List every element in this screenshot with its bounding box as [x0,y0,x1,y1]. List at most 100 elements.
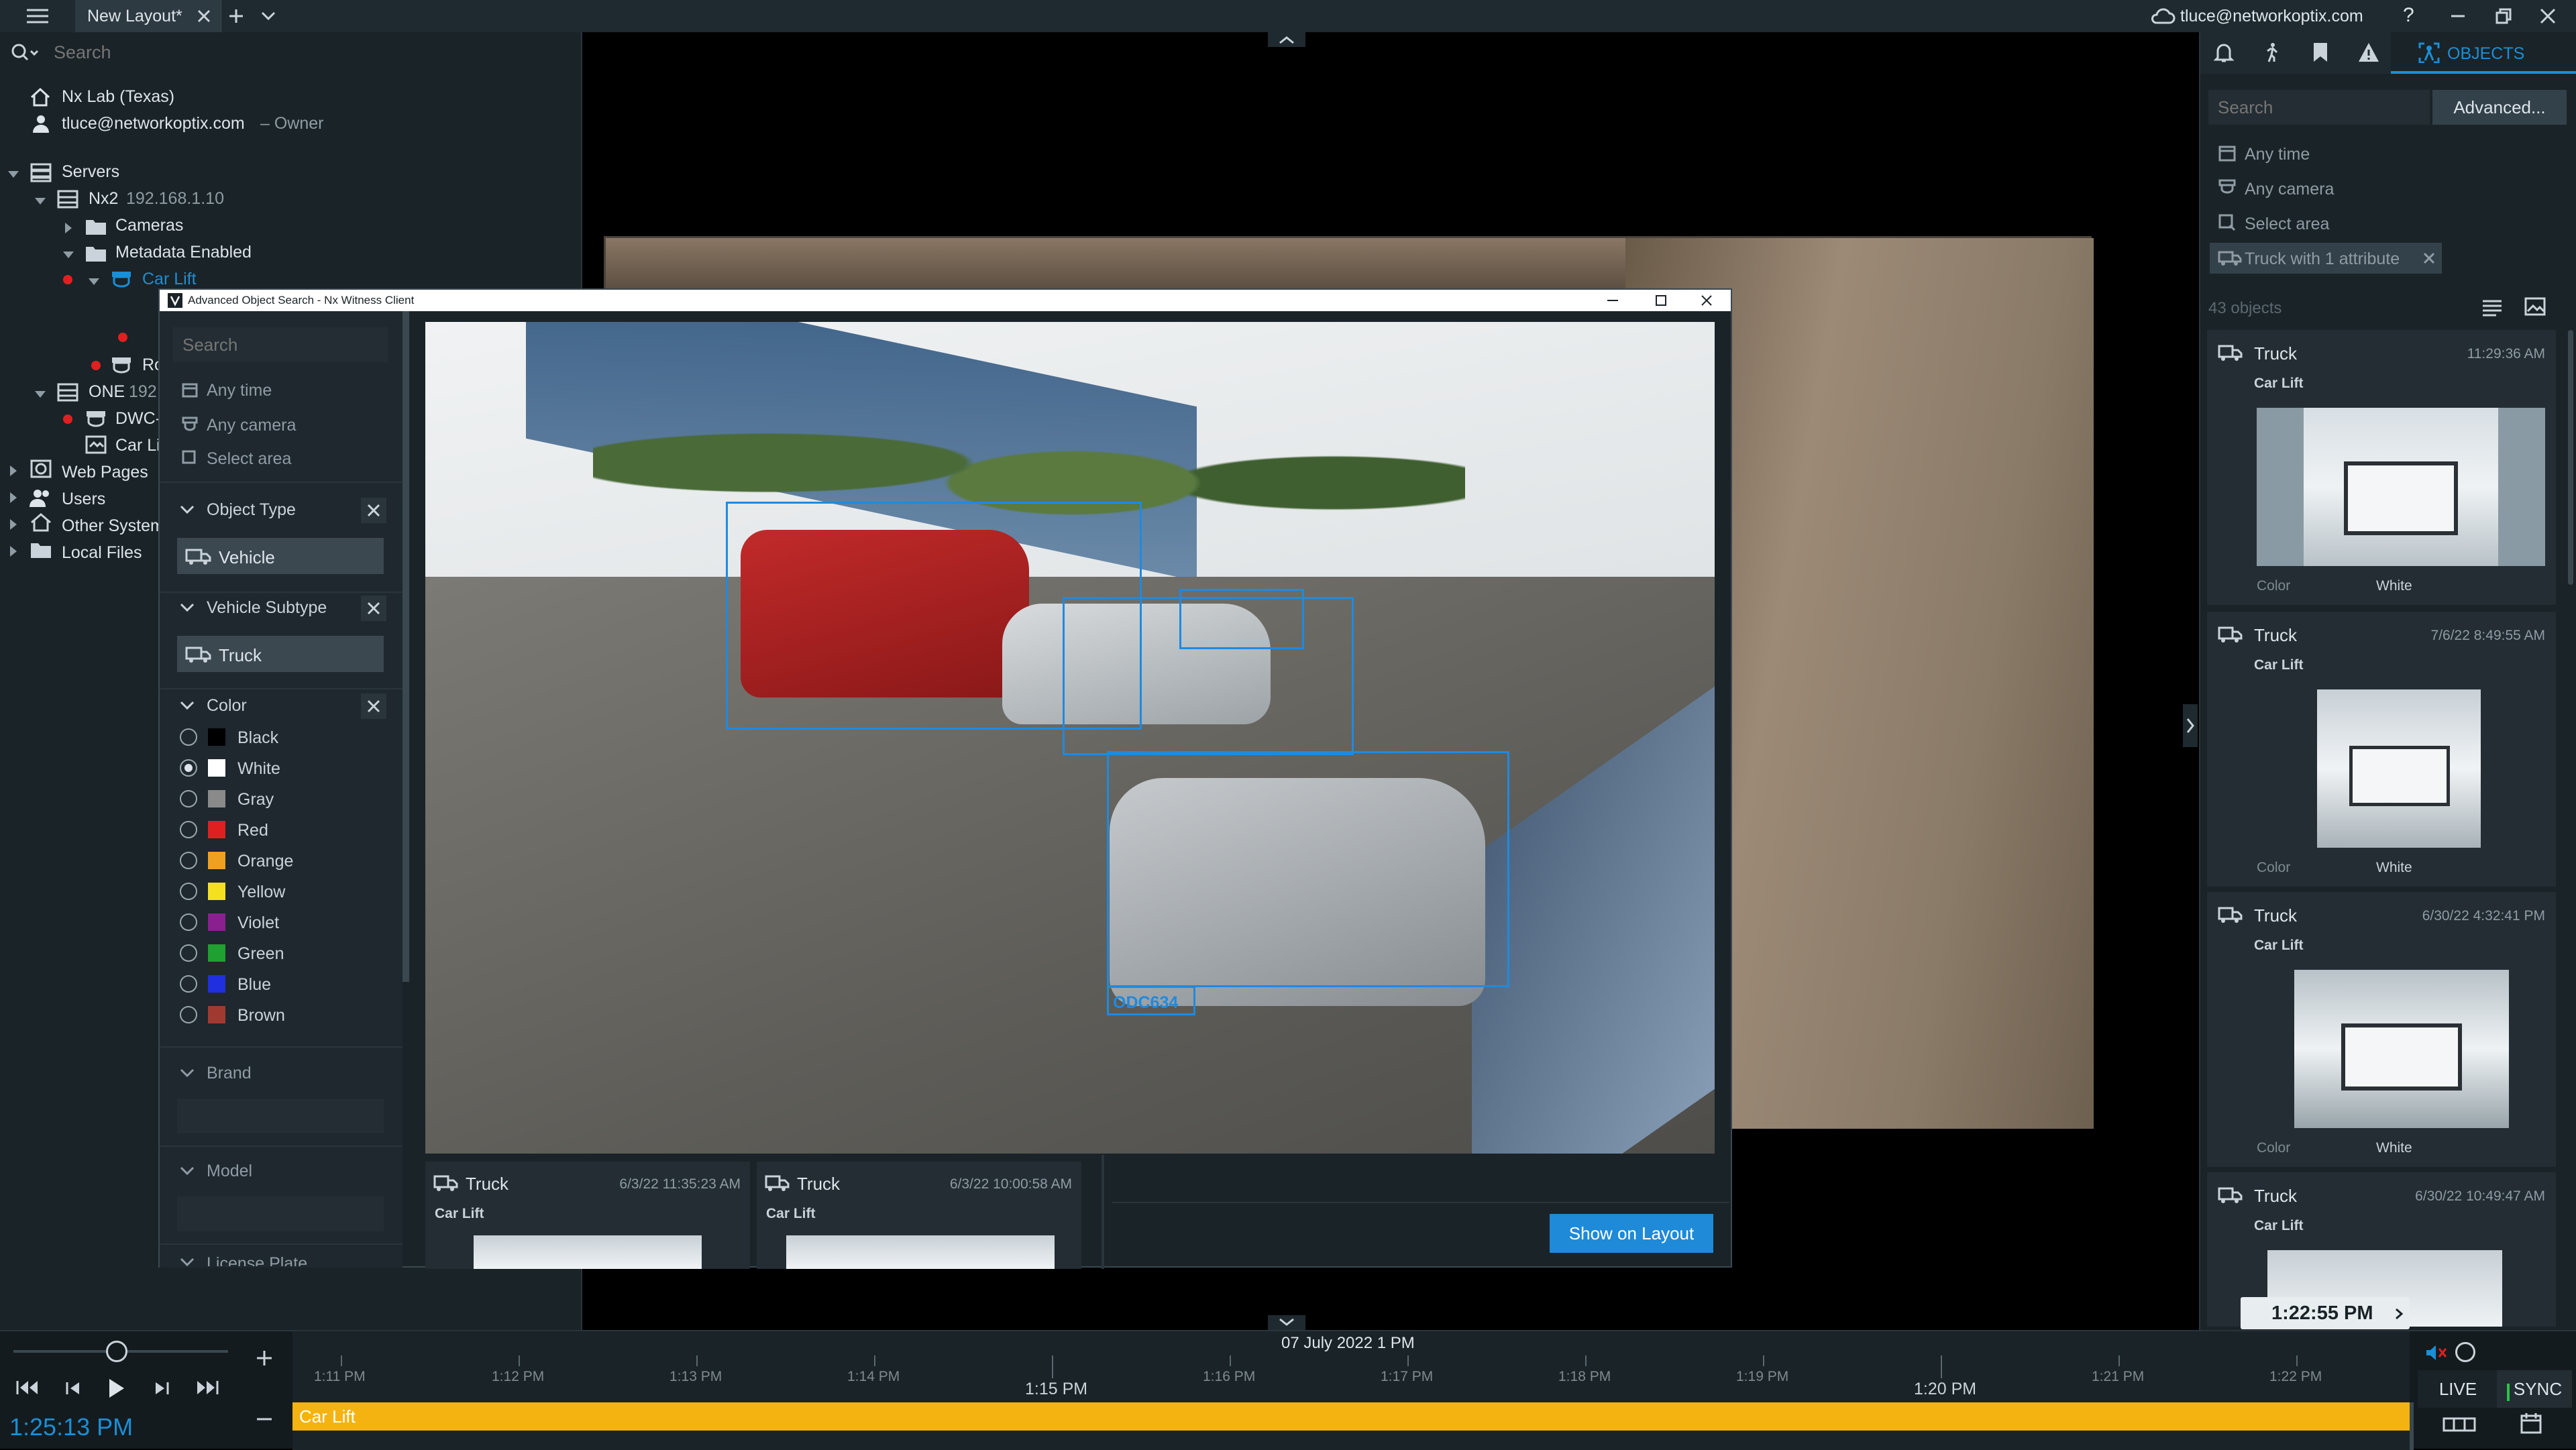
color-option-red[interactable]: Red [180,817,381,844]
clear-object-type-icon[interactable] [361,498,386,523]
color-option-violet[interactable]: Violet [180,909,381,936]
tree-users[interactable]: Users [62,490,105,509]
collapse-icon[interactable] [7,168,20,181]
collapse-icon[interactable] [62,248,75,262]
advanced-button[interactable]: Advanced... [2432,90,2567,125]
filter-chip[interactable]: Truck with 1 attribute [2210,243,2442,274]
collapse-icon[interactable] [34,194,47,208]
play-icon[interactable] [106,1377,126,1400]
color-option-blue[interactable]: Blue [180,971,381,998]
result-card[interactable]: Truck 6/3/22 10:00:58 AM Car Lift [757,1162,1081,1269]
remove-chip-icon[interactable] [2423,252,2435,264]
track-car-lift[interactable]: Car Lift [292,1402,2410,1431]
tree-servers[interactable]: Servers [62,162,119,182]
new-tab-icon[interactable] [228,8,244,24]
color-option-black[interactable]: Black [180,724,381,751]
tree-server-one[interactable]: ONE [89,382,125,402]
tab-new-layout[interactable]: New Layout* [75,0,221,32]
radio-button[interactable] [180,821,197,838]
color-option-orange[interactable]: Orange [180,848,381,875]
step-back-icon[interactable] [64,1380,83,1397]
expand-icon[interactable] [7,545,20,558]
dialog-any-time[interactable]: Any time [207,381,272,400]
chevron-down-icon[interactable] [180,700,195,711]
tree-metadata-enabled[interactable]: Metadata Enabled [115,243,252,262]
close-icon[interactable] [2538,7,2557,25]
color-option-white[interactable]: White [180,755,381,782]
chevron-down-icon[interactable] [180,602,195,613]
tab-objects[interactable]: OBJECTS [2391,32,2576,74]
result-card[interactable]: Truck 6/3/22 11:35:23 AM Car Lift [425,1162,750,1269]
radio-button[interactable] [180,759,197,777]
expand-right-panel-icon[interactable] [2183,704,2198,747]
tree-search-input[interactable] [54,39,564,66]
radio-button[interactable] [180,728,197,746]
help-button[interactable]: ? [2403,4,2414,27]
calendar-icon[interactable] [2520,1412,2542,1435]
radio-button[interactable] [180,852,197,869]
maximize-icon[interactable] [1654,294,1668,307]
dialog-title-bar[interactable]: Advanced Object Search - Nx Witness Clie… [160,290,1731,311]
site-name[interactable]: Nx Lab (Texas) [62,87,174,107]
radio-button[interactable] [180,883,197,900]
vehicle-subtype-select[interactable]: Truck [177,636,384,672]
live-button[interactable]: LIVE [2418,1370,2498,1408]
chevron-down-icon[interactable] [180,1068,195,1078]
chevron-down-icon[interactable] [180,1257,195,1266]
tree-web-pages[interactable]: Web Pages [62,463,148,482]
tree-camera-car-lift-2[interactable]: Car Li [115,436,160,455]
objects-search-input[interactable] [2208,90,2430,125]
dialog-search-input[interactable] [173,327,388,362]
collapse-top-icon[interactable] [1268,32,1305,47]
tree-camera-car-lift[interactable]: Car Lift [142,270,197,289]
license-plate-section[interactable]: License Plate [160,1247,402,1266]
list-view-icon[interactable] [2481,298,2504,317]
tree-server-nx2[interactable]: Nx2 [89,189,118,209]
zoom-out-icon[interactable] [255,1416,274,1423]
collapse-icon[interactable] [34,388,47,401]
zoom-in-icon[interactable] [255,1349,274,1368]
minimize-icon[interactable] [1606,295,1619,306]
radio-button[interactable] [180,1006,197,1023]
filter-scrollbar[interactable] [402,311,409,982]
chevron-down-icon[interactable] [180,504,195,515]
bookmark-icon[interactable] [2312,42,2329,63]
select-area-filter[interactable]: Select area [2245,215,2329,234]
radio-button[interactable] [180,790,197,807]
volume-slider-handle[interactable] [2455,1342,2475,1362]
volume-icon[interactable] [2424,1343,2447,1362]
chevron-down-icon[interactable] [180,1166,195,1176]
motion-icon[interactable] [2261,42,2282,63]
object-card[interactable]: Truck 7/6/22 8:49:55 AM Car Lift Color W… [2207,612,2556,887]
bell-icon[interactable] [2214,42,2234,63]
radio-button[interactable] [180,944,197,962]
sync-button[interactable]: SYNC [2497,1370,2572,1408]
minimize-icon[interactable] [2449,8,2467,24]
collapse-icon[interactable] [87,275,101,288]
color-option-gray[interactable]: Gray [180,786,381,813]
show-on-layout-button[interactable]: Show on Layout [1550,1214,1713,1253]
close-tab-icon[interactable] [196,8,212,24]
expand-icon[interactable] [7,491,20,504]
tree-other-systems[interactable]: Other System [62,516,164,536]
radio-button[interactable] [180,975,197,993]
dialog-any-camera[interactable]: Any camera [207,416,296,435]
expand-icon[interactable] [62,221,75,235]
object-card[interactable]: Truck 11:29:36 AM Car Lift Color White [2207,330,2556,605]
cloud-user[interactable]: tluce@networkoptix.com [2180,7,2363,26]
any-camera-filter[interactable]: Any camera [2245,180,2334,199]
object-card[interactable]: Truck 6/30/22 4:32:41 PM Car Lift Color … [2207,892,2556,1167]
model-input[interactable] [177,1196,384,1231]
thumbnails-toggle-icon[interactable] [2442,1414,2477,1435]
brand-input[interactable] [177,1099,384,1133]
object-type-select[interactable]: Vehicle [177,538,384,574]
color-option-yellow[interactable]: Yellow [180,879,381,905]
expand-icon[interactable] [7,464,20,478]
speed-slider-handle[interactable] [106,1341,127,1362]
clear-subtype-icon[interactable] [361,596,386,621]
color-option-green[interactable]: Green [180,940,381,967]
color-option-brown[interactable]: Brown [180,1002,381,1029]
warning-icon[interactable] [2357,42,2380,63]
tabs-dropdown-icon[interactable] [260,9,276,23]
scrollbar[interactable] [2568,330,2573,585]
